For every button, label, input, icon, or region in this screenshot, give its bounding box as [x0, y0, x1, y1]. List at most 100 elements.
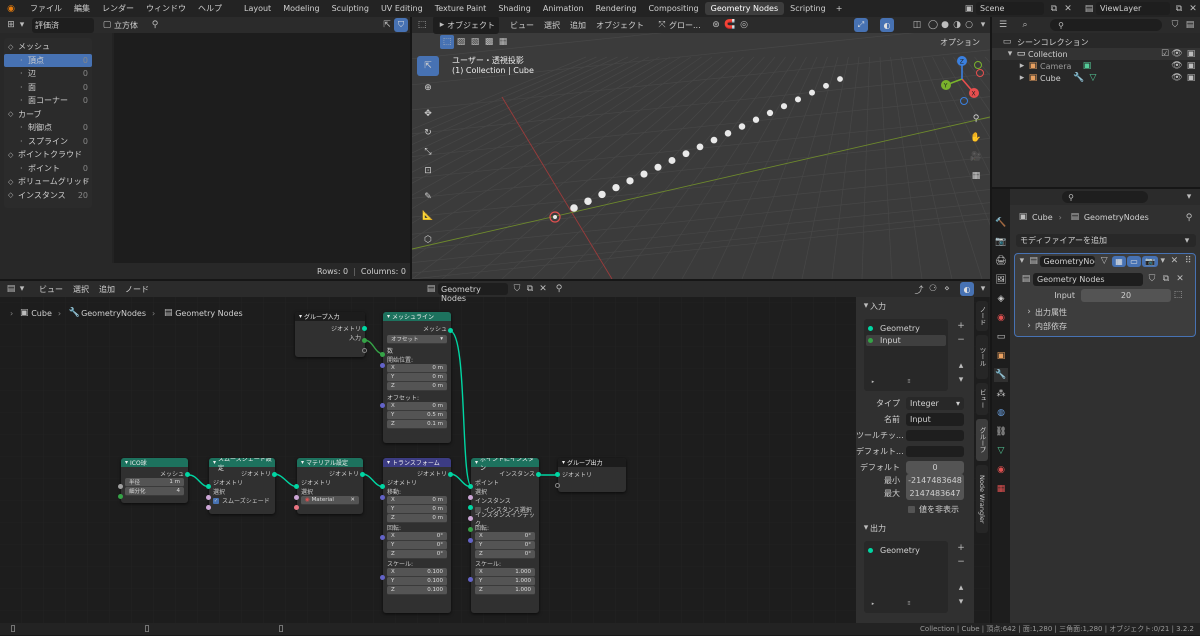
inputs-list[interactable]: Geometry Input ▸ ⠿: [864, 319, 948, 391]
view-layer-tab-icon[interactable]: 🖼: [994, 273, 1008, 287]
input-socket[interactable]: [468, 538, 473, 543]
vector-component-field[interactable]: X0 m: [387, 364, 447, 373]
default-attribute-field[interactable]: [906, 446, 964, 457]
sidebar-tab[interactable]: Node Wrangler: [976, 465, 988, 533]
workspace-tab[interactable]: Shading: [492, 2, 537, 15]
vector-component-field[interactable]: Z0 m: [387, 382, 447, 391]
input-socket[interactable]: [294, 495, 299, 500]
viewlayer-close-icon[interactable]: ✕: [1186, 2, 1200, 16]
category-group[interactable]: ◇ インスタンス 20: [4, 189, 92, 203]
copy-icon[interactable]: ⧉: [1159, 272, 1173, 286]
category-item[interactable]: · ポイント 0: [4, 162, 92, 176]
category-group[interactable]: ◇ メッシュ: [4, 40, 92, 54]
eval-mode-dropdown[interactable]: 評価済: [32, 17, 94, 33]
close-icon[interactable]: ✕: [350, 497, 355, 503]
list-item[interactable]: Geometry: [864, 323, 948, 334]
input-socket[interactable]: [206, 495, 211, 500]
annotate-tool-icon[interactable]: ✎: [421, 190, 435, 204]
category-item[interactable]: · 制御点 0: [4, 121, 92, 135]
category-item[interactable]: · 面コーナー 0: [4, 94, 92, 108]
cursor-tool-icon[interactable]: ⊕: [421, 81, 435, 95]
sidebar-tab[interactable]: ビュー: [976, 383, 988, 415]
output-socket[interactable]: [272, 472, 277, 477]
rotate-tool-icon[interactable]: ↻: [421, 126, 435, 140]
name-field[interactable]: Input: [906, 413, 964, 426]
input-socket[interactable]: [380, 484, 385, 489]
outliner-item-cube[interactable]: ▸ ▣ Cube 🔧 ▽ 👁 ▣: [992, 72, 1200, 84]
expand-arrow-icon[interactable]: ▸: [1018, 71, 1026, 85]
vector-component-field[interactable]: Y 0.100: [387, 577, 447, 586]
menu-item[interactable]: レンダー: [102, 3, 134, 14]
new-collection-icon[interactable]: ▤: [1183, 18, 1197, 32]
output-socket[interactable]: [448, 328, 453, 333]
fake-user-icon[interactable]: ⛉: [1145, 272, 1159, 286]
input-socket[interactable]: [468, 505, 473, 510]
vector-component-field[interactable]: Y 0.5 m: [387, 411, 447, 420]
menu-item[interactable]: 編集: [74, 3, 90, 14]
input-socket[interactable]: [468, 516, 473, 521]
smooth-checkbox[interactable]: ✓ スムーズシェード: [209, 496, 275, 505]
node-instance-on-points[interactable]: ▾ ポイントにインスタン インスタンス ポイント 選択 インスタンス インスタンス…: [471, 458, 539, 613]
input-socket[interactable]: [206, 505, 211, 510]
outputs-list[interactable]: Geometry ▸ ⠿: [864, 541, 948, 613]
tooltip-field[interactable]: [906, 430, 964, 441]
input-value-field[interactable]: 20: [1081, 288, 1171, 302]
input-socket[interactable]: [468, 527, 473, 532]
filter-icon[interactable]: ⛉: [394, 18, 408, 32]
3d-viewport[interactable]: ⬚ ▸ オブジェクト ビュー 選択 追加 オブジェクト ⤧ グロー... ⊛ 🧲 ◎ ⤢…: [412, 17, 990, 279]
input-socket[interactable]: [380, 403, 385, 408]
pan-hand-icon[interactable]: ✋: [969, 131, 983, 145]
texture-tab-icon[interactable]: ▦: [994, 482, 1008, 496]
scene-tab-icon[interactable]: ◈: [994, 292, 1008, 306]
material-tab-icon[interactable]: ◉: [994, 463, 1008, 477]
vector-component-field[interactable]: Z 0.100: [387, 586, 447, 595]
workspace-tab[interactable]: UV Editing: [375, 2, 429, 15]
workspace-tab[interactable]: Modeling: [277, 2, 325, 15]
proportional-icon[interactable]: ◎: [737, 18, 751, 32]
vector-component-field[interactable]: Z 1.000: [475, 586, 535, 595]
category-item[interactable]: · 面 0: [4, 81, 92, 95]
type-dropdown[interactable]: Integer ▾: [906, 397, 964, 410]
vector-component-field[interactable]: X 0°: [387, 532, 447, 541]
menu-item[interactable]: ヘルプ: [198, 3, 222, 14]
close-icon[interactable]: ✕: [1173, 272, 1187, 286]
empty-input-socket[interactable]: [555, 483, 560, 488]
menu-item[interactable]: 追加: [570, 20, 586, 31]
zoom-icon[interactable]: ⚲: [969, 112, 983, 126]
collection-tab-icon[interactable]: ▭: [994, 330, 1008, 344]
filter-icon[interactable]: ⛉: [1168, 18, 1182, 32]
sidebar-tab[interactable]: グループ: [976, 419, 988, 461]
output-tab-icon[interactable]: 🖨: [994, 254, 1008, 268]
shading-rendered-icon[interactable]: ○: [962, 18, 976, 32]
display-mode-icon[interactable]: ⌕: [1018, 18, 1032, 32]
workspace-tab[interactable]: Geometry Nodes: [704, 2, 785, 15]
perspective-grid-icon[interactable]: ▦: [969, 169, 983, 183]
vector-component-field[interactable]: Y0 m: [387, 505, 447, 514]
input-socket[interactable]: [468, 577, 473, 582]
close-icon[interactable]: ✕: [1168, 254, 1182, 268]
transform-orientation-dropdown[interactable]: グロー...: [669, 20, 709, 31]
data-tab-icon[interactable]: ▽: [994, 444, 1008, 458]
modifier-tab-icon[interactable]: 🔧: [994, 368, 1008, 382]
scene-field[interactable]: Scene: [976, 2, 1044, 15]
input-socket[interactable]: [380, 575, 385, 580]
dropdown-icon[interactable]: ▾: [1158, 254, 1168, 268]
sidebar-tab[interactable]: ツール: [976, 335, 988, 379]
default-value-field[interactable]: 0: [906, 461, 964, 474]
scene-copy-icon[interactable]: ⧉: [1047, 2, 1061, 16]
min-value-field[interactable]: -2147483648: [906, 474, 964, 487]
input-socket[interactable]: [380, 363, 385, 368]
remove-icon[interactable]: −: [954, 333, 968, 347]
internal-dependencies-panel[interactable]: › 内部依存: [1015, 319, 1195, 333]
menu-item[interactable]: ファイル: [30, 3, 62, 14]
node-group-output[interactable]: ▾ グループ出力 ジオメトリ: [558, 458, 626, 492]
category-item[interactable]: · 頂点 0: [4, 53, 92, 67]
node-editor[interactable]: ▤ ▾ ビュー 選択 追加 ノード ▤ Geometry Nodes ⛉ ⧉ ✕ ⚲ …: [0, 281, 990, 623]
move-up-icon[interactable]: ▴: [954, 581, 968, 595]
category-group[interactable]: ◇ ボリュームグリッド 0: [4, 175, 92, 189]
world-tab-icon[interactable]: ◉: [994, 311, 1008, 325]
pin-icon[interactable]: ⚲: [148, 18, 162, 32]
menu-item[interactable]: ビュー: [510, 20, 534, 31]
physics-tab-icon[interactable]: ◍: [994, 406, 1008, 420]
menu-item[interactable]: 選択: [544, 20, 560, 31]
